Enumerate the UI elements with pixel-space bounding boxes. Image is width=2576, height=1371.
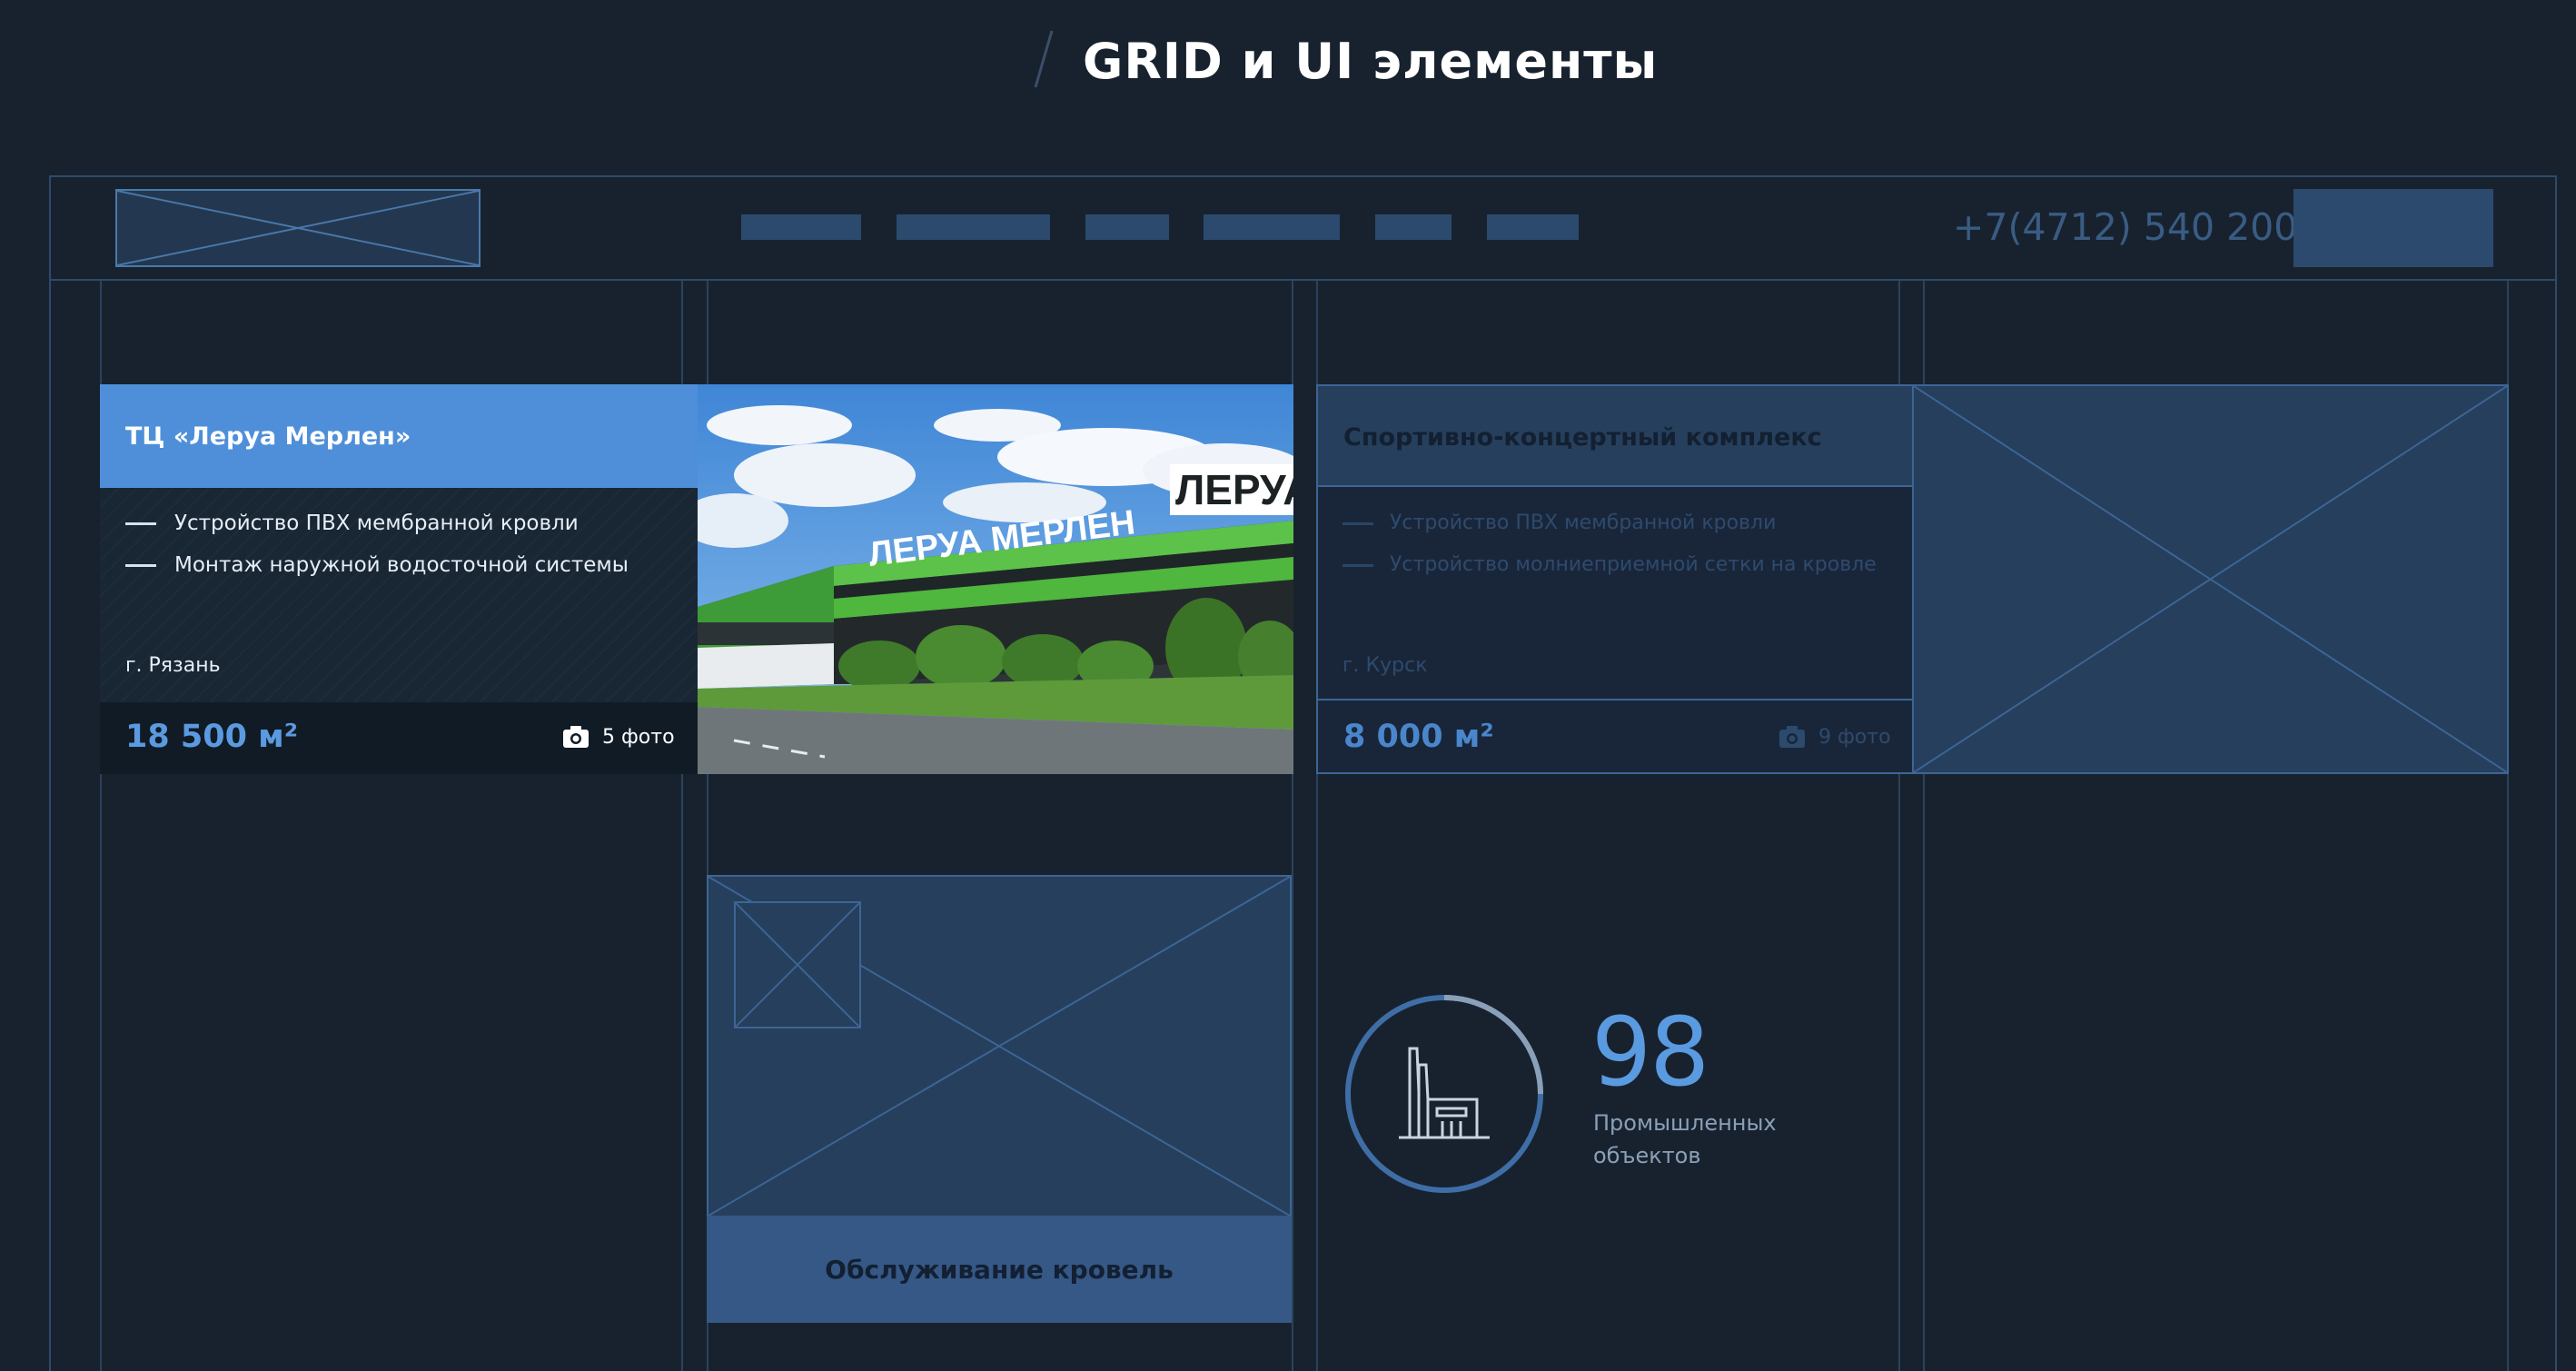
header-button-placeholder[interactable]	[2294, 189, 2493, 267]
header-phone[interactable]: +7(4712) 540 200	[1953, 198, 2297, 256]
card-divider	[1318, 699, 1912, 700]
nav-item-placeholder[interactable]	[1375, 214, 1451, 240]
service-icon-placeholder	[734, 901, 861, 1028]
project-area: 8 000 м²	[1343, 719, 1494, 755]
bullet-dash	[1342, 522, 1373, 525]
bullet-dash	[125, 522, 156, 525]
page-title: GRID и UI элементы	[1083, 33, 1659, 90]
project-photo[interactable]: ЛЕРУА МЕРЛЕН ЛЕРУА	[698, 384, 1293, 774]
nav-item-placeholder[interactable]	[897, 214, 1050, 240]
nav-item-placeholder[interactable]	[741, 214, 861, 240]
service-card-label[interactable]: Обслуживание кровель	[707, 1216, 1292, 1323]
project-service-item: Монтаж наружной водосточной системы	[174, 553, 629, 577]
project-photo-count[interactable]: 5 фото	[602, 720, 675, 756]
camera-icon	[563, 726, 589, 748]
logo-placeholder[interactable]	[115, 189, 481, 267]
project-service-item: Устройство ПВХ мембранной кровли	[1390, 512, 1777, 534]
project-photo-count[interactable]: 9 фото	[1818, 720, 1891, 756]
project-city: г. Курск	[1342, 654, 1428, 677]
image-placeholder	[1912, 384, 2509, 774]
project-area: 18 500 м²	[125, 719, 299, 755]
nav-item-placeholder[interactable]	[1204, 214, 1340, 240]
photo-sign-tower-text: ЛЕРУА	[1175, 466, 1293, 513]
project-card-inactive-title: Спортивно-концертный комплекс	[1343, 423, 1822, 452]
nav-item-placeholder[interactable]	[1085, 214, 1169, 240]
counter-label: Промышленных объектов	[1593, 1110, 1777, 1168]
bullet-dash	[1342, 564, 1373, 567]
header-divider	[49, 279, 2557, 281]
project-city: г. Рязань	[125, 654, 221, 677]
placeholder-cross-icon	[117, 191, 479, 265]
nav-item-placeholder[interactable]	[1487, 214, 1579, 240]
factory-icon	[1345, 995, 1543, 1193]
bullet-dash	[125, 564, 156, 567]
project-service-item: Устройство молниеприемной сетки на кровл…	[1390, 553, 1877, 576]
project-service-item: Устройство ПВХ мембранной кровли	[174, 512, 579, 535]
placeholder-cross-icon	[736, 903, 859, 1027]
title-slash-decoration	[1034, 30, 1054, 88]
camera-icon	[1779, 726, 1805, 748]
counter-value: 98	[1591, 997, 1709, 1108]
placeholder-cross-icon	[1914, 386, 2507, 772]
project-card-title: ТЦ «Леруа Мерлен»	[125, 422, 411, 451]
